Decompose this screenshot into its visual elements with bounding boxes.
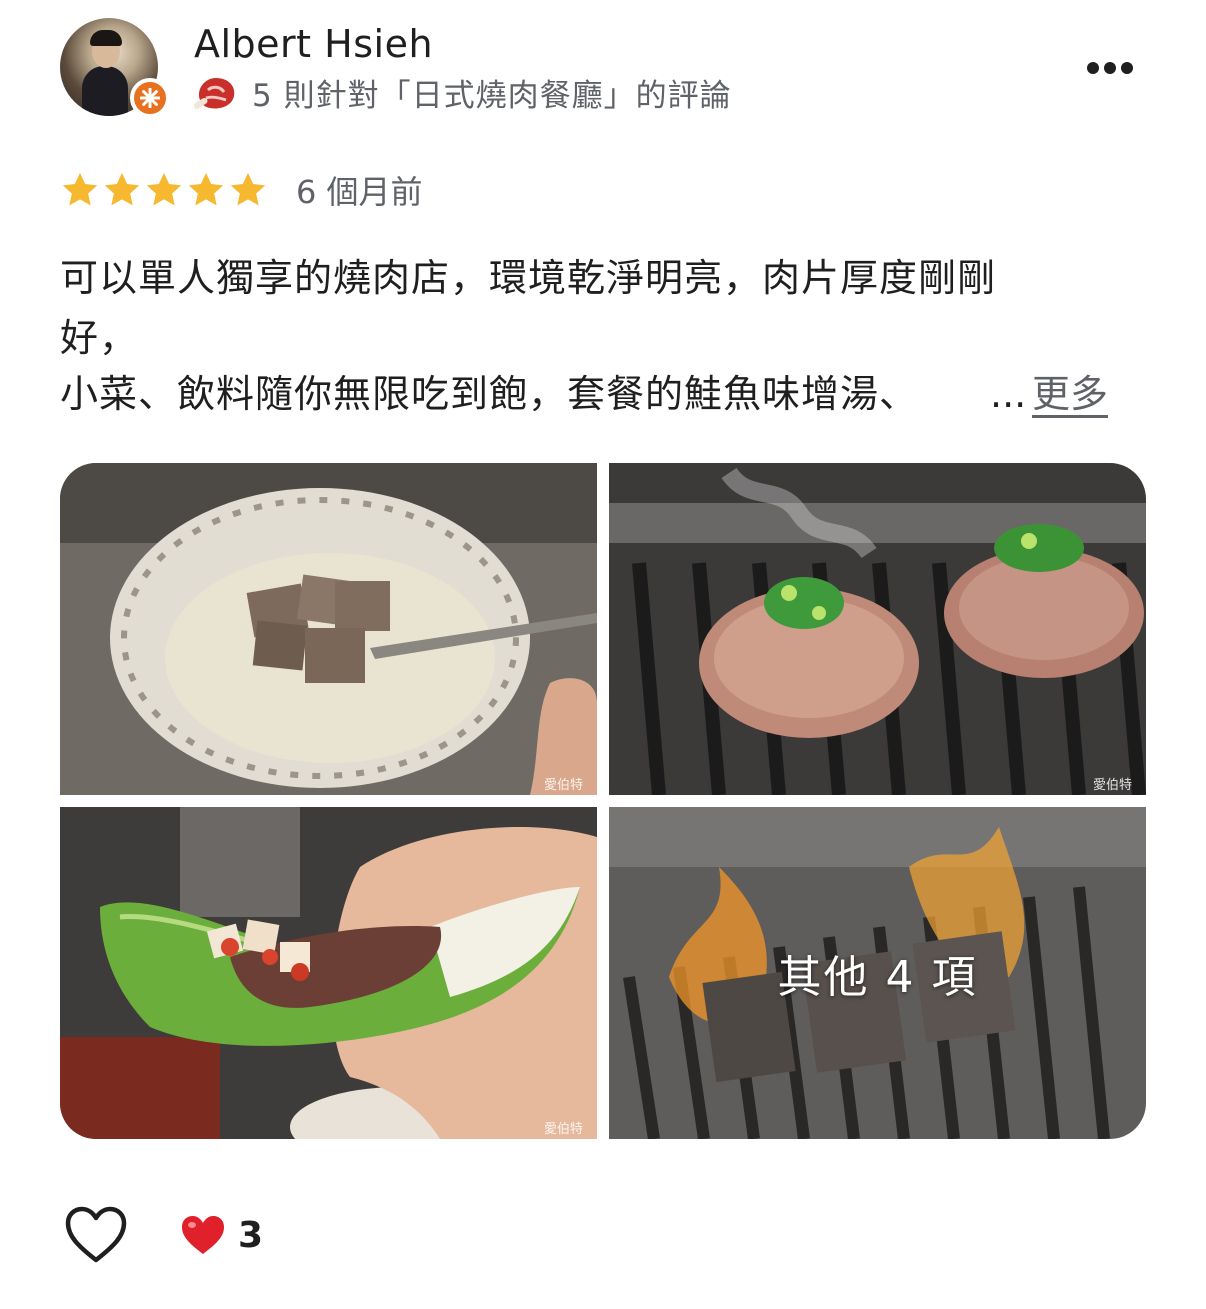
more-dot-icon [1087,62,1099,74]
star-icon [62,173,98,206]
red-heart-icon [182,1216,224,1254]
photo-watermark: 愛伯特 [1092,778,1132,793]
more-options-button[interactable] [1078,50,1142,86]
reaction-count: 3 [238,1214,264,1256]
avatar-figure [82,66,128,116]
star-rating [60,170,268,210]
author-name[interactable]: Albert Hsieh [194,20,433,68]
avatar-hair [90,30,122,46]
more-photos-tile[interactable]: 其他 4 項 [609,807,1146,1139]
heart-outline-icon [65,1206,127,1263]
grill-photo-image [609,463,1146,795]
reaction-summary[interactable]: 3 [180,1214,263,1256]
review-count: 5 則針對「日式燒肉餐廳」的評論 [252,77,732,114]
more-photos-count: 其他 4 項 [777,952,978,1003]
read-more-link[interactable]: 更多 [1032,364,1108,424]
local-guide-star-icon [130,78,170,118]
ellipsis: ... [990,372,1027,416]
review-text-line: 可以單人獨享的燒肉店，環境乾淨明亮，肉片厚度剛剛 [60,256,997,300]
review-text-truncated-row: 小菜、飲料隨你無限吃到飽，套餐的鮭魚味增湯、 ... 更多 [60,364,1140,424]
review-photo[interactable]: 愛伯特 [60,807,597,1139]
star-icon [230,173,266,206]
photo-grid: 愛伯特 愛伯特 愛伯特 其他 4 項 [60,463,1146,1139]
review-text: 可以單人獨享的燒肉店，環境乾淨明亮，肉片厚度剛剛 好， [60,248,1140,368]
meat-icon [194,78,235,109]
star-icon [188,173,224,206]
photo-watermark: 愛伯特 [543,1122,583,1137]
lettuce-wrap-photo-image [60,807,597,1139]
reviewer-stats: 5 則針對「日式燒肉餐廳」的評論 [194,70,732,114]
review-photo[interactable]: 愛伯特 [609,463,1146,795]
star-icon [146,173,182,206]
photo-watermark: 愛伯特 [543,778,583,793]
more-dot-icon [1121,62,1133,74]
star-icon [104,173,140,206]
review-actions: 3 [60,1200,263,1270]
soup-photo-image [60,463,597,795]
rating-row: 6 個月前 [60,166,423,214]
like-button[interactable] [60,1203,132,1267]
review-text-line: 好， [60,316,139,360]
review-text-line: 小菜、飲料隨你無限吃到飽，套餐的鮭魚味增湯、 [60,372,919,416]
more-dot-icon [1104,62,1116,74]
review-date: 6 個月前 [296,173,423,211]
review-photo[interactable]: 愛伯特 [60,463,597,795]
